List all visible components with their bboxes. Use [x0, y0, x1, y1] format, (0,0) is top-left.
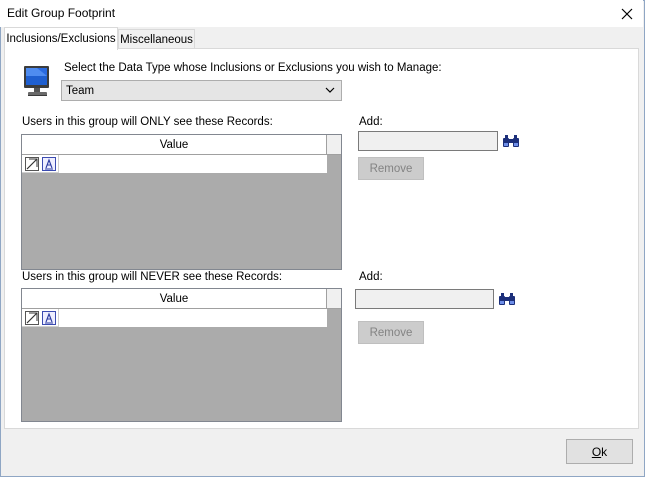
chevron-down-icon	[325, 87, 335, 93]
inclusions-filter-input[interactable]	[58, 155, 327, 173]
exclusions-add-label: Add:	[359, 271, 383, 283]
close-icon	[621, 8, 633, 20]
filter-text-icon[interactable]	[42, 311, 56, 325]
inclusions-filter-row	[22, 155, 327, 173]
inclusions-column-header[interactable]: Value	[22, 135, 326, 155]
column-header-label: Value	[159, 292, 189, 305]
tab-inclusions-exclusions[interactable]: Inclusions/Exclusions	[4, 27, 118, 50]
tab-miscellaneous[interactable]: Miscellaneous	[118, 29, 195, 49]
button-label: Remove	[369, 326, 413, 339]
inclusions-grid[interactable]: Value	[21, 134, 342, 270]
button-label: Remove	[369, 162, 413, 175]
exclusions-add-input[interactable]	[355, 289, 494, 309]
ok-button[interactable]: Ok	[566, 439, 633, 464]
binoculars-icon	[499, 293, 515, 305]
filter-text-icon[interactable]	[42, 157, 56, 171]
exclusions-column-header[interactable]: Value	[22, 289, 326, 309]
exclusions-label: Users in this group will NEVER see these…	[22, 271, 283, 283]
exclusions-filter-input[interactable]	[58, 309, 327, 327]
inclusions-add-input[interactable]	[358, 131, 498, 151]
data-type-selected: Team	[66, 84, 95, 97]
exclusions-search-button[interactable]	[496, 289, 518, 309]
inclusions-label: Users in this group will ONLY see these …	[22, 116, 273, 128]
header-filler	[326, 135, 341, 155]
ok-label-rest: k	[601, 444, 608, 459]
filter-clear-icon[interactable]	[25, 311, 39, 325]
close-button[interactable]	[616, 3, 638, 25]
ok-accelerator: O	[591, 444, 602, 459]
inclusions-add-label: Add:	[359, 116, 383, 128]
tab-label: Miscellaneous	[120, 33, 193, 46]
binoculars-icon	[503, 135, 519, 147]
column-header-label: Value	[159, 138, 189, 151]
tab-label: Inclusions/Exclusions	[6, 33, 116, 45]
monitor-icon	[22, 64, 52, 100]
inclusions-remove-button[interactable]: Remove	[358, 157, 424, 180]
data-type-prompt: Select the Data Type whose Inclusions or…	[64, 62, 442, 74]
inclusions-search-button[interactable]	[500, 131, 522, 151]
header-filler	[326, 289, 341, 309]
filter-clear-icon[interactable]	[25, 157, 39, 171]
exclusions-grid[interactable]: Value	[21, 288, 342, 422]
window-title: Edit Group Footprint	[7, 6, 116, 20]
data-type-select[interactable]: Team	[61, 80, 342, 101]
exclusions-filter-row	[22, 309, 327, 327]
exclusions-remove-button[interactable]: Remove	[358, 321, 424, 344]
title-bar: Edit Group Footprint	[0, 0, 643, 27]
